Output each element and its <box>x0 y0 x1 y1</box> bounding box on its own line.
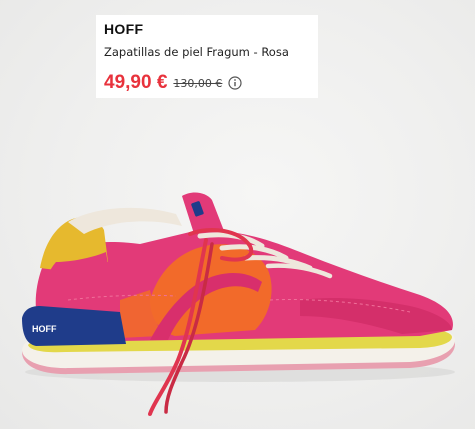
sale-price: 49,90 € <box>104 72 168 93</box>
product-title[interactable]: Zapatillas de piel Fragum - Rosa <box>104 45 310 59</box>
info-circle-icon[interactable] <box>228 76 242 90</box>
original-price: 130,00 € <box>173 76 223 90</box>
price-row: 49,90 € 130,00 € <box>104 73 310 93</box>
product-info-card[interactable]: HOFF Zapatillas de piel Fragum - Rosa 49… <box>96 15 318 98</box>
product-listing: HOFF HOFF Zapatillas de piel Fragum - Ro… <box>0 0 475 429</box>
svg-text:HOFF: HOFF <box>32 324 57 334</box>
brand-name: HOFF <box>104 21 144 37</box>
